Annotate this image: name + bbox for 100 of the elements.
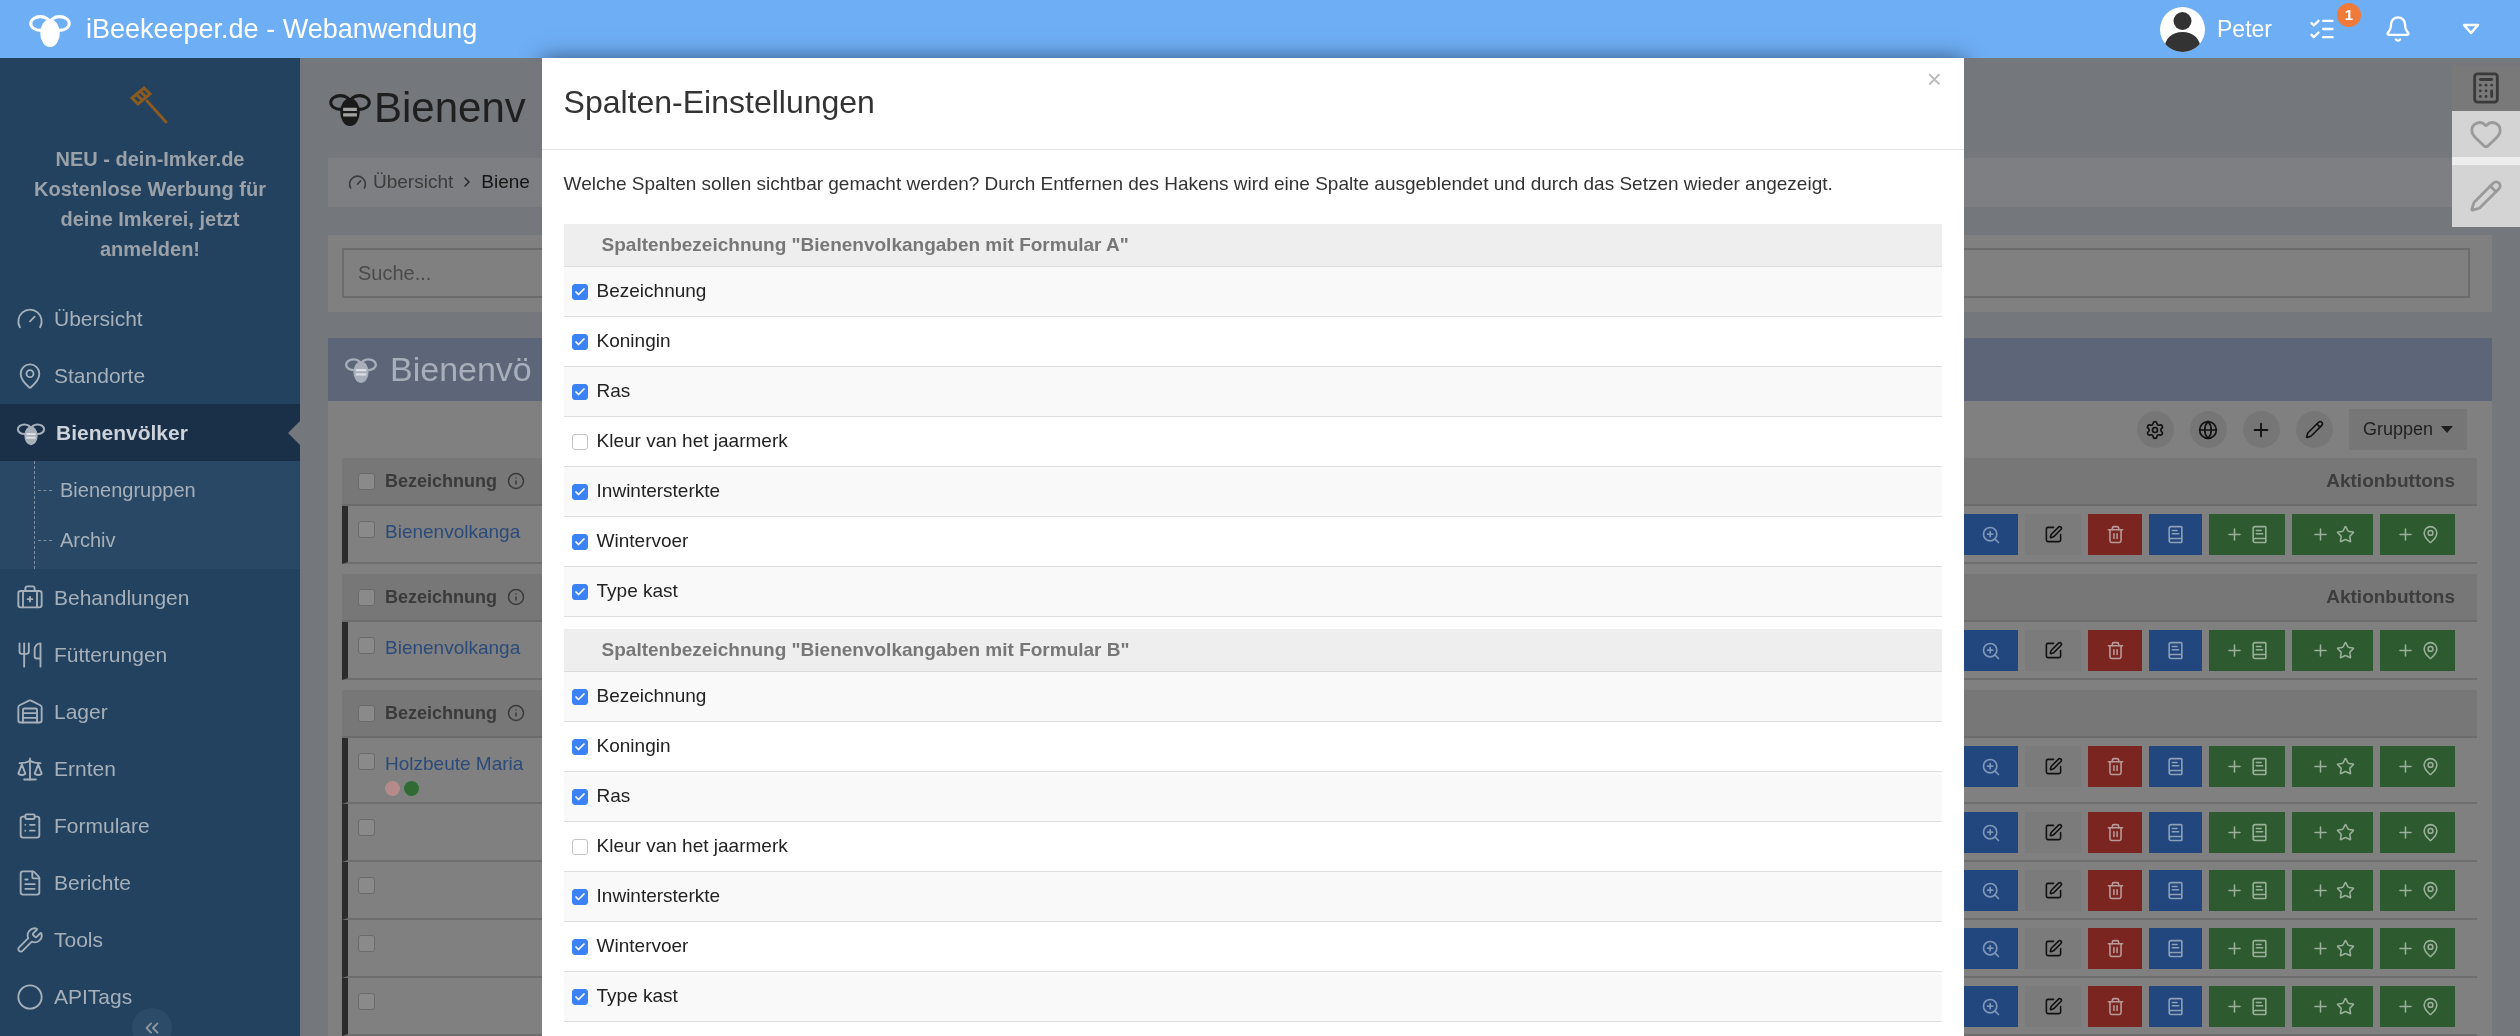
delete-button[interactable]: [2088, 630, 2142, 671]
book-button[interactable]: [2149, 812, 2202, 853]
delete-button[interactable]: [2088, 812, 2142, 853]
add-star-button[interactable]: [2292, 870, 2373, 911]
column-option-row[interactable]: Type kast: [563, 567, 1942, 617]
bell-icon[interactable]: [2384, 15, 2412, 43]
edit-button[interactable]: [2295, 411, 2333, 448]
checkbox[interactable]: [358, 753, 375, 770]
view-button[interactable]: [1964, 514, 2018, 555]
add-pin-button[interactable]: [2380, 986, 2455, 1027]
edit-button[interactable]: [2025, 630, 2081, 671]
nav-item[interactable]: Bienenvölker: [0, 404, 300, 461]
checkbox[interactable]: [358, 472, 375, 490]
add-book-button[interactable]: [2209, 870, 2285, 911]
add-pin-button[interactable]: [2380, 870, 2455, 911]
checkbox[interactable]: [571, 988, 588, 1005]
checkbox[interactable]: [571, 283, 588, 300]
submenu-item[interactable]: Bienengruppen: [0, 465, 300, 515]
delete-button[interactable]: [2088, 928, 2142, 969]
add-star-button[interactable]: [2292, 812, 2373, 853]
edit-button[interactable]: [2025, 746, 2081, 787]
book-button[interactable]: [2149, 630, 2202, 671]
book-button[interactable]: [2149, 746, 2202, 787]
checkbox[interactable]: [571, 383, 588, 400]
add-pin-button[interactable]: [2380, 630, 2455, 671]
add-pin-button[interactable]: [2380, 514, 2455, 555]
column-option-row[interactable]: Bezeichnung: [563, 267, 1942, 317]
view-button[interactable]: [1964, 812, 2018, 853]
nav-item[interactable]: Lager: [0, 683, 300, 740]
add-book-button[interactable]: [2209, 986, 2285, 1027]
checkbox[interactable]: [571, 333, 588, 350]
add-star-button[interactable]: [2292, 928, 2373, 969]
delete-button[interactable]: [2088, 514, 2142, 555]
breadcrumb-link[interactable]: Übersicht: [373, 168, 454, 197]
checkbox[interactable]: [571, 533, 588, 550]
dropdown-caret-icon[interactable]: [2462, 23, 2480, 35]
checkbox[interactable]: [358, 704, 375, 722]
nav-item[interactable]: APITags: [0, 968, 300, 1025]
checkbox[interactable]: [571, 788, 588, 805]
collapse-button[interactable]: [132, 1008, 172, 1036]
add-book-button[interactable]: [2209, 746, 2285, 787]
column-option-row[interactable]: Type kast: [563, 972, 1942, 1022]
add-star-button[interactable]: [2292, 514, 2373, 555]
edit-button[interactable]: [2025, 986, 2081, 1027]
add-pin-button[interactable]: [2380, 746, 2455, 787]
column-option-row[interactable]: Inwintersterkte: [563, 467, 1942, 517]
add-star-button[interactable]: [2292, 746, 2373, 787]
checkbox[interactable]: [571, 433, 588, 450]
globe-button[interactable]: [2189, 411, 2227, 448]
nav-item[interactable]: Behandlungen: [0, 569, 300, 626]
nav-item[interactable]: Tools: [0, 911, 300, 968]
checkbox[interactable]: [571, 838, 588, 855]
book-button[interactable]: [2149, 986, 2202, 1027]
edit-button[interactable]: [2025, 812, 2081, 853]
nav-item[interactable]: Ernten: [0, 740, 300, 797]
view-button[interactable]: [1964, 986, 2018, 1027]
column-option-row[interactable]: Ras: [563, 367, 1942, 417]
checkbox[interactable]: [571, 738, 588, 755]
checkbox[interactable]: [358, 637, 375, 654]
view-button[interactable]: [1964, 928, 2018, 969]
nav-item[interactable]: Standorte: [0, 347, 300, 404]
nav-item[interactable]: Fütterungen: [0, 626, 300, 683]
add-pin-button[interactable]: [2380, 812, 2455, 853]
book-button[interactable]: [2149, 870, 2202, 911]
checkbox[interactable]: [571, 688, 588, 705]
promo-text[interactable]: NEU - dein-Imker.de Kostenlose Werbung für deine Imkerei, jetzt anmelden!: [0, 144, 300, 264]
edit-button[interactable]: [2025, 870, 2081, 911]
checkbox[interactable]: [571, 938, 588, 955]
checkbox[interactable]: [358, 588, 375, 606]
view-button[interactable]: [1964, 870, 2018, 911]
groups-dropdown[interactable]: Gruppen: [2348, 409, 2467, 450]
view-button[interactable]: [1964, 746, 2018, 787]
submenu-item[interactable]: Archiv: [0, 515, 300, 565]
delete-button[interactable]: [2088, 746, 2142, 787]
delete-button[interactable]: [2088, 870, 2142, 911]
add-star-button[interactable]: [2292, 986, 2373, 1027]
add-pin-button[interactable]: [2380, 928, 2455, 969]
add-star-button[interactable]: [2292, 630, 2373, 671]
search-field[interactable]: [1964, 248, 2470, 299]
nav-item[interactable]: Formulare: [0, 797, 300, 854]
settings-button[interactable]: [2136, 411, 2174, 448]
edit-button[interactable]: [2025, 928, 2081, 969]
book-button[interactable]: [2149, 928, 2202, 969]
view-button[interactable]: [1964, 630, 2018, 671]
add-book-button[interactable]: [2209, 514, 2285, 555]
add-book-button[interactable]: [2209, 812, 2285, 853]
column-option-row[interactable]: Inwintersterkte: [563, 872, 1942, 922]
pencil-icon[interactable]: [2469, 179, 2503, 213]
column-option-row[interactable]: Ras: [563, 772, 1942, 822]
column-option-row[interactable]: Bezeichnung: [563, 672, 1942, 722]
add-book-button[interactable]: [2209, 630, 2285, 671]
delete-button[interactable]: [2088, 986, 2142, 1027]
add-book-button[interactable]: [2209, 928, 2285, 969]
checkbox[interactable]: [571, 583, 588, 600]
checkbox[interactable]: [571, 483, 588, 500]
checkbox[interactable]: [358, 993, 375, 1010]
checkbox[interactable]: [358, 521, 375, 538]
checkbox[interactable]: [358, 935, 375, 952]
checkbox[interactable]: [571, 888, 588, 905]
checkbox[interactable]: [358, 877, 375, 894]
